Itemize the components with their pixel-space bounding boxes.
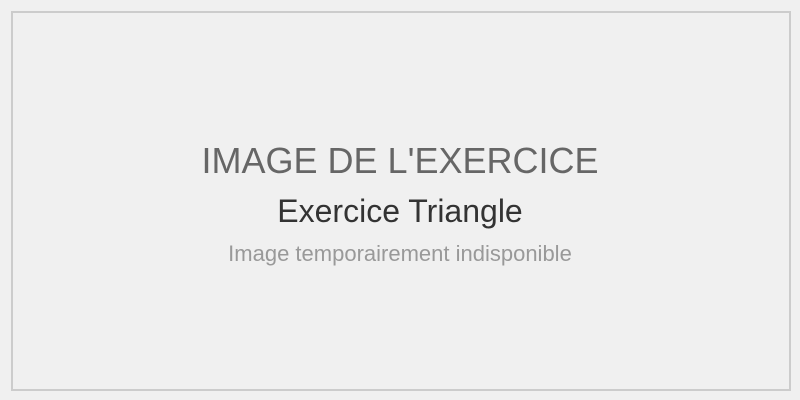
unavailable-message: Image temporairement indisponible (228, 241, 572, 266)
placeholder-heading: IMAGE DE L'EXERCICE (201, 140, 599, 181)
exercise-title: Exercice Triangle (277, 193, 523, 229)
